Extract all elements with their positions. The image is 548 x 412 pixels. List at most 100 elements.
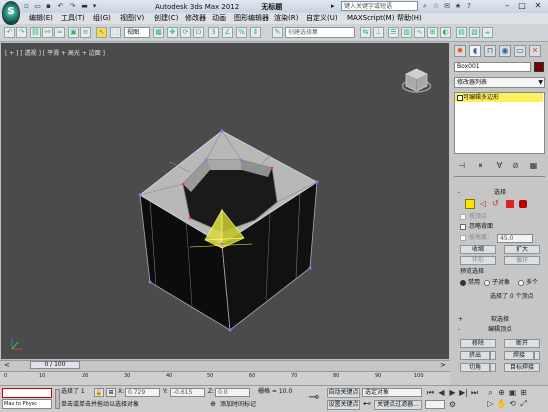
key-icon[interactable]: ⊸ <box>304 390 324 406</box>
project-folder-icon[interactable]: ▬ <box>80 2 89 11</box>
undo-icon[interactable]: ↶ <box>56 2 65 11</box>
graphite-tools-icon[interactable]: ▥ <box>401 27 412 38</box>
select-scale-icon[interactable]: ⊡ <box>193 27 204 38</box>
search-input[interactable]: 键入关键字或短语 <box>341 1 418 11</box>
box-mesh[interactable] <box>0 42 450 360</box>
layer-manager-icon[interactable]: ☰ <box>388 27 399 38</box>
mirror-icon[interactable]: ⇆ <box>360 27 371 38</box>
percent-snap-icon[interactable]: % <box>236 27 247 38</box>
remove-modifier-icon[interactable]: ⊘ <box>510 160 521 171</box>
select-object-icon[interactable]: ↖ <box>96 27 107 38</box>
help-icon[interactable]: ? <box>464 2 474 11</box>
next-frame-icon[interactable]: > <box>440 361 446 369</box>
render-setup-icon[interactable]: ▤ <box>456 27 467 38</box>
render-production-icon[interactable]: ☕ <box>482 27 493 38</box>
time-config-icon[interactable]: ⚙ <box>447 400 458 410</box>
maxscript-listener-field[interactable] <box>2 388 52 398</box>
orbit-icon[interactable]: ⟲ <box>507 399 518 409</box>
break-button[interactable]: 断开 <box>504 339 540 348</box>
target-weld-button[interactable]: 目标焊接 <box>504 363 540 372</box>
ignore-backfacing-checkbox[interactable] <box>460 224 466 230</box>
bind-space-warp-icon[interactable]: ≈ <box>54 27 65 38</box>
x-coordinate-input[interactable]: 0.729 <box>125 388 160 397</box>
selection-lock-icon[interactable]: 🔒 <box>94 388 104 397</box>
menu-modifiers[interactable]: 修改器 <box>185 14 206 23</box>
motion-tab-icon[interactable]: ◉ <box>499 45 511 57</box>
weld-settings-button[interactable] <box>534 351 540 360</box>
menu-help[interactable]: 帮助(H) <box>397 14 422 23</box>
menu-customize[interactable]: 自定义(U) <box>306 14 338 23</box>
unlink-icon[interactable]: ⚯ <box>42 27 53 38</box>
angle-snap-icon[interactable]: ∠ <box>222 27 233 38</box>
menu-maxscript[interactable]: MAXScript(M) <box>347 14 394 23</box>
polygon-mode-icon[interactable] <box>506 200 514 208</box>
zoom-extents-all-icon[interactable]: ⊞ <box>518 388 529 398</box>
selection-filter-icon[interactable]: ▣ <box>68 27 79 38</box>
current-frame-input[interactable] <box>425 400 445 409</box>
utilities-tab-icon[interactable]: ✕ <box>529 45 541 57</box>
menu-create[interactable]: 创建(C) <box>154 14 178 23</box>
grow-button[interactable]: 扩大 <box>504 245 540 254</box>
menu-views[interactable]: 视图(V) <box>120 14 144 23</box>
edit-vertices-rollout-header[interactable]: - 编辑顶点 <box>455 326 545 334</box>
edge-mode-icon[interactable]: ◁ <box>480 199 486 209</box>
configure-modifier-sets-icon[interactable]: ▦ <box>528 160 539 171</box>
element-mode-icon[interactable] <box>519 200 527 208</box>
hierarchy-tab-icon[interactable]: ⊓ <box>484 45 496 57</box>
undo-toolbar-icon[interactable]: ↶ <box>4 27 15 38</box>
modifier-list-dropdown[interactable]: 修改器列表 ▼ <box>454 77 545 88</box>
menu-edit[interactable]: 编辑(E) <box>29 14 53 23</box>
add-time-tag-label[interactable]: 添加时间标记 <box>220 401 256 409</box>
y-coordinate-input[interactable]: -0.615 <box>170 388 205 397</box>
extrude-settings-button[interactable] <box>490 351 496 360</box>
viewcube-icon[interactable] <box>401 66 432 97</box>
preview-multi-radio[interactable] <box>518 280 524 286</box>
absolute-mode-icon[interactable]: ⊞ <box>106 388 116 397</box>
redo-icon[interactable]: ↷ <box>68 2 77 11</box>
by-vertex-checkbox[interactable] <box>460 214 466 220</box>
communication-icon[interactable]: ✉ <box>442 2 452 11</box>
pin-stack-icon[interactable]: ⊣ <box>456 160 467 171</box>
go-to-end-icon[interactable]: ⏭ <box>469 388 480 398</box>
edit-named-selection-icon[interactable]: ✎ <box>272 27 283 38</box>
vertex-mode-icon[interactable] <box>465 199 475 209</box>
region-select-icon[interactable]: ⬚ <box>110 27 121 38</box>
select-by-name-icon[interactable]: ≡ <box>80 27 91 38</box>
show-end-result-icon[interactable]: ⏸ <box>475 160 486 171</box>
object-name-field[interactable]: Box001 <box>454 62 531 72</box>
listener-splitter[interactable] <box>55 389 60 409</box>
select-rotate-icon[interactable]: ⟳ <box>180 27 191 38</box>
app-logo-button[interactable]: S <box>2 1 20 25</box>
named-selection-dropdown[interactable]: 创建选择集 <box>285 27 355 38</box>
by-angle-checkbox[interactable] <box>460 235 466 241</box>
make-unique-icon[interactable]: ∀ <box>494 160 505 171</box>
zoom-all-icon[interactable]: ⊕ <box>496 388 507 398</box>
track-bar[interactable]: 0 10 20 30 40 50 60 70 80 90 100 <box>0 371 450 386</box>
schematic-view-icon[interactable]: ⊞ <box>427 27 438 38</box>
reference-coord-dropdown[interactable]: 视图 <box>124 27 150 38</box>
quick-access-dropdown-icon[interactable]: ▾ <box>90 2 99 11</box>
preview-disabled-radio[interactable] <box>460 280 466 286</box>
modify-tab-icon[interactable]: ◖ <box>469 45 481 57</box>
remove-button[interactable]: 移除 <box>460 339 496 348</box>
menu-tools[interactable]: 工具(T) <box>61 14 85 23</box>
previous-frame-icon[interactable]: ◀ <box>436 388 447 398</box>
selected-object-dropdown[interactable]: 选定对象 <box>362 388 422 397</box>
set-keys-icon[interactable]: ⊷ <box>362 399 372 409</box>
field-of-view-icon[interactable]: ▷ <box>485 399 496 409</box>
align-icon[interactable]: ⊥ <box>373 27 384 38</box>
material-editor-icon[interactable]: ◐ <box>440 27 451 38</box>
selection-rollout-header[interactable]: - 选择 <box>455 189 545 197</box>
shrink-button[interactable]: 收缩 <box>460 245 496 254</box>
chamfer-settings-button[interactable] <box>490 363 496 372</box>
maxscript-mini-listener[interactable]: Max to Physc <box>2 399 52 409</box>
new-file-icon[interactable]: ▫ <box>22 2 31 11</box>
close-icon[interactable]: ✕ <box>531 1 545 11</box>
favorites-icon[interactable]: ★ <box>453 2 463 11</box>
border-mode-icon[interactable]: ↺ <box>492 199 499 209</box>
z-coordinate-input[interactable]: 0.0 <box>215 388 250 397</box>
open-file-icon[interactable]: ▭ <box>33 2 42 11</box>
soft-selection-rollout-header[interactable]: + 软选择 <box>455 316 545 324</box>
preview-subobject-radio[interactable] <box>484 280 490 286</box>
prev-frame-icon[interactable]: < <box>4 361 10 369</box>
